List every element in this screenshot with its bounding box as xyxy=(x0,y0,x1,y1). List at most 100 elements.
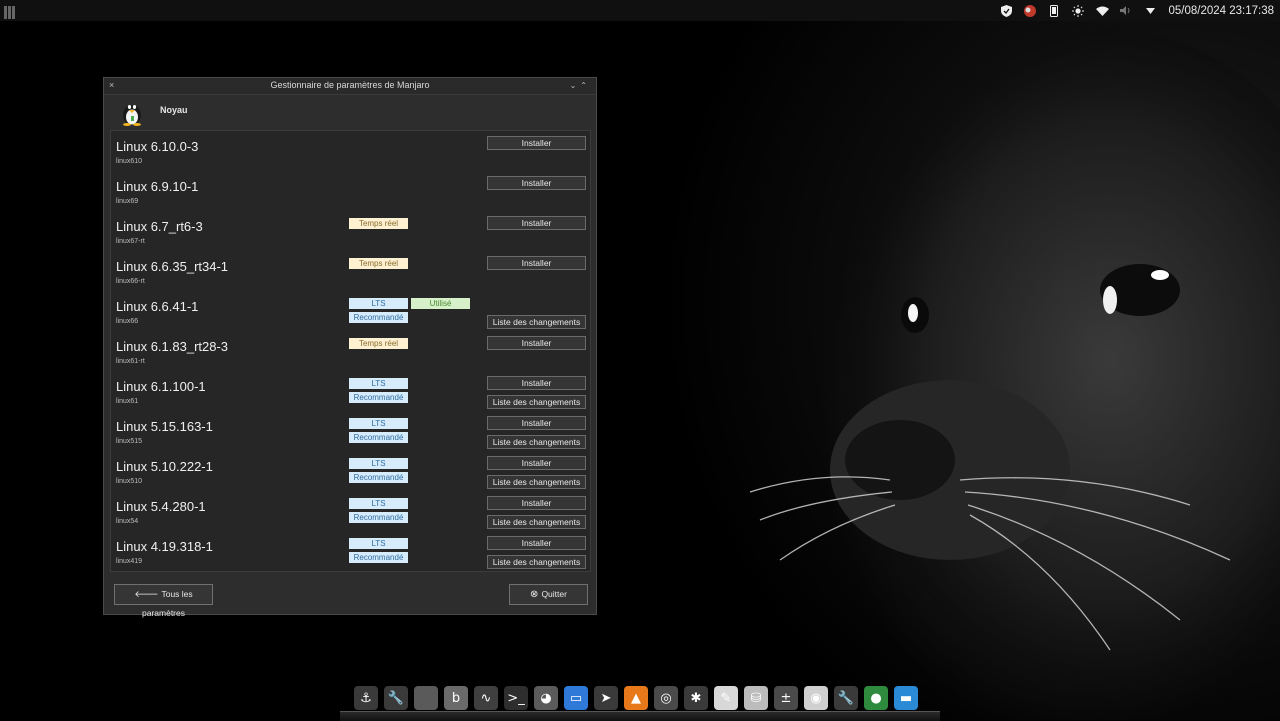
cursor-icon[interactable]: ➤ xyxy=(594,686,618,710)
kernel-row: Linux 6.6.41-1 linux66 LTS Recommandé Utilis… xyxy=(111,293,590,333)
kernel-name: Linux 4.19.318-1 xyxy=(116,539,213,554)
in-use-badge: Utilisé xyxy=(411,298,470,309)
tray-expand-icon[interactable] xyxy=(1143,4,1157,18)
kernel-name: Linux 5.10.222-1 xyxy=(116,459,213,474)
changelog-button[interactable]: Liste des changements xyxy=(487,435,586,449)
recommended-badge: Recommandé xyxy=(349,312,408,323)
kernel-row: Linux 6.9.10-1 linux69 Installer xyxy=(111,173,590,213)
kernel-row: Linux 6.6.35_rt34-1 linux66-rt Temps réel I… xyxy=(111,253,590,293)
install-button[interactable]: Installer xyxy=(487,256,586,270)
firefox-icon[interactable]: ◕ xyxy=(534,686,558,710)
settings-manager-window: × Gestionnaire de paramètres de Manjaro … xyxy=(103,77,597,618)
radar-icon[interactable]: ● xyxy=(864,686,888,710)
kernel-package: linux61 xyxy=(116,398,139,405)
install-button[interactable]: Installer xyxy=(487,456,586,470)
file-manager-icon[interactable]: ▭ xyxy=(564,686,588,710)
kernel-package: linux515 xyxy=(116,438,143,445)
kernel-row: Linux 6.1.100-1 linux61 LTS Recommandé Insta… xyxy=(111,373,590,413)
kde-connect-icon[interactable]: ✱ xyxy=(684,686,708,710)
kernel-row: Linux 5.15.163-1 linux515 LTS Recommandé Ins… xyxy=(111,413,590,453)
kernel-package: linux69 xyxy=(116,198,139,205)
brightness-icon[interactable] xyxy=(1071,4,1085,18)
kernel-name: Linux 6.7_rt6-3 xyxy=(116,219,203,234)
folder-icon[interactable] xyxy=(414,686,438,710)
phone-icon[interactable] xyxy=(1047,4,1061,18)
settings-wrench-icon[interactable]: 🔧 xyxy=(834,686,858,710)
realtime-badge: Temps réel xyxy=(349,338,408,349)
kernel-name: Linux 6.1.100-1 xyxy=(116,379,206,394)
recommended-badge: Recommandé xyxy=(349,552,408,563)
kernel-row: Linux 5.4.280-1 linux54 LTS Recommandé Insta… xyxy=(111,493,590,533)
calculator-icon[interactable]: ± xyxy=(774,686,798,710)
realtime-badge: Temps réel xyxy=(349,258,408,269)
b-app-icon[interactable]: b xyxy=(444,686,468,710)
changelog-button[interactable]: Liste des changements xyxy=(487,515,586,529)
system-tray: 05/08/2024 23:17:38 xyxy=(994,0,1280,21)
clock[interactable]: 05/08/2024 23:17:38 xyxy=(1168,5,1274,17)
install-button[interactable]: Installer xyxy=(487,496,586,510)
kernel-row: Linux 5.10.222-1 linux510 LTS Recommandé Ins… xyxy=(111,453,590,493)
all-settings-button[interactable]: 🡐 Tous les paramètres xyxy=(114,584,213,618)
kernel-name: Linux 5.4.280-1 xyxy=(116,499,206,514)
changelog-button[interactable]: Liste des changements xyxy=(487,395,586,409)
module-header: Noyau xyxy=(104,95,596,131)
notification-badge-icon[interactable] xyxy=(1023,4,1037,18)
kernel-name: Linux 6.6.35_rt34-1 xyxy=(116,259,229,274)
disc-icon[interactable]: ◎ xyxy=(654,686,678,710)
kernel-package: linux510 xyxy=(116,478,143,485)
lts-badge: LTS xyxy=(349,418,408,429)
kernel-name: Linux 6.10.0-3 xyxy=(116,139,199,154)
realtime-badge: Temps réel xyxy=(349,218,408,229)
lts-badge: LTS xyxy=(349,378,408,389)
volume-icon[interactable] xyxy=(1119,4,1133,18)
lts-badge: LTS xyxy=(349,458,408,469)
install-button[interactable]: Installer xyxy=(487,536,586,550)
kernel-name: Linux 5.15.163-1 xyxy=(116,419,213,434)
system-monitor-icon[interactable]: ∿ xyxy=(474,686,498,710)
app-menu-icon[interactable] xyxy=(4,4,16,19)
changelog-button[interactable]: Liste des changements xyxy=(487,315,586,329)
recommended-badge: Recommandé xyxy=(349,472,408,483)
desktop-icon[interactable]: ▬ xyxy=(894,686,918,710)
shield-icon[interactable] xyxy=(999,4,1013,18)
kernel-list: Linux 6.10.0-3 linux610 Installer Linux 6.9… xyxy=(110,130,591,572)
install-button[interactable]: Installer xyxy=(487,336,586,350)
window-titlebar[interactable]: × Gestionnaire de paramètres de Manjaro … xyxy=(104,78,596,95)
install-button[interactable]: Installer xyxy=(487,416,586,430)
close-icon[interactable]: × xyxy=(109,78,114,93)
kernel-row: Linux 6.10.0-3 linux610 Installer xyxy=(111,133,590,173)
kernel-row: Linux 6.7_rt6-3 linux67-rt Temps réel Insta… xyxy=(111,213,590,253)
arrow-left-icon: 🡐 xyxy=(134,589,159,599)
kernel-package: linux419 xyxy=(116,558,143,565)
terminal-icon[interactable]: >_ xyxy=(504,686,528,710)
kernel-package: linux610 xyxy=(116,158,143,165)
changelog-button[interactable]: Liste des changements xyxy=(487,555,586,569)
install-button[interactable]: Installer xyxy=(487,216,586,230)
install-button[interactable]: Installer xyxy=(487,376,586,390)
install-button[interactable]: Installer xyxy=(487,136,586,150)
kernel-package: linux54 xyxy=(116,518,139,525)
package-icon[interactable]: ⛁ xyxy=(744,686,768,710)
lts-badge: LTS xyxy=(349,298,408,309)
window-title: Gestionnaire de paramètres de Manjaro xyxy=(270,80,430,90)
document-viewer-icon[interactable]: ◉ xyxy=(804,686,828,710)
kernel-name: Linux 6.6.41-1 xyxy=(116,299,199,314)
quit-button[interactable]: ⊗ Quitter xyxy=(509,584,588,605)
kernel-package: linux67-rt xyxy=(116,238,145,245)
dock: ⚓ 🔧 b ∿ >_ ◕ ▭ ➤ ▲ ◎ ✱ ✎ ⛁ ± ◉ 🔧 ● ▬ xyxy=(340,684,940,721)
tux-penguin-icon xyxy=(123,105,141,126)
quit-icon: ⊗ xyxy=(530,589,539,600)
anchor-icon[interactable]: ⚓ xyxy=(354,686,378,710)
top-panel: 05/08/2024 23:17:38 xyxy=(0,0,1280,21)
lts-badge: LTS xyxy=(349,498,408,509)
kernel-row: Linux 4.19.318-1 linux419 LTS Recommandé Ins… xyxy=(111,533,590,571)
kernel-package: linux66 xyxy=(116,318,139,325)
vlc-icon[interactable]: ▲ xyxy=(624,686,648,710)
window-controls[interactable]: ⌄⌃ xyxy=(570,78,591,93)
wifi-icon[interactable] xyxy=(1095,4,1109,18)
settings-tool-icon[interactable]: 🔧 xyxy=(384,686,408,710)
install-button[interactable]: Installer xyxy=(487,176,586,190)
recommended-badge: Recommandé xyxy=(349,392,408,403)
text-editor-icon[interactable]: ✎ xyxy=(714,686,738,710)
changelog-button[interactable]: Liste des changements xyxy=(487,475,586,489)
